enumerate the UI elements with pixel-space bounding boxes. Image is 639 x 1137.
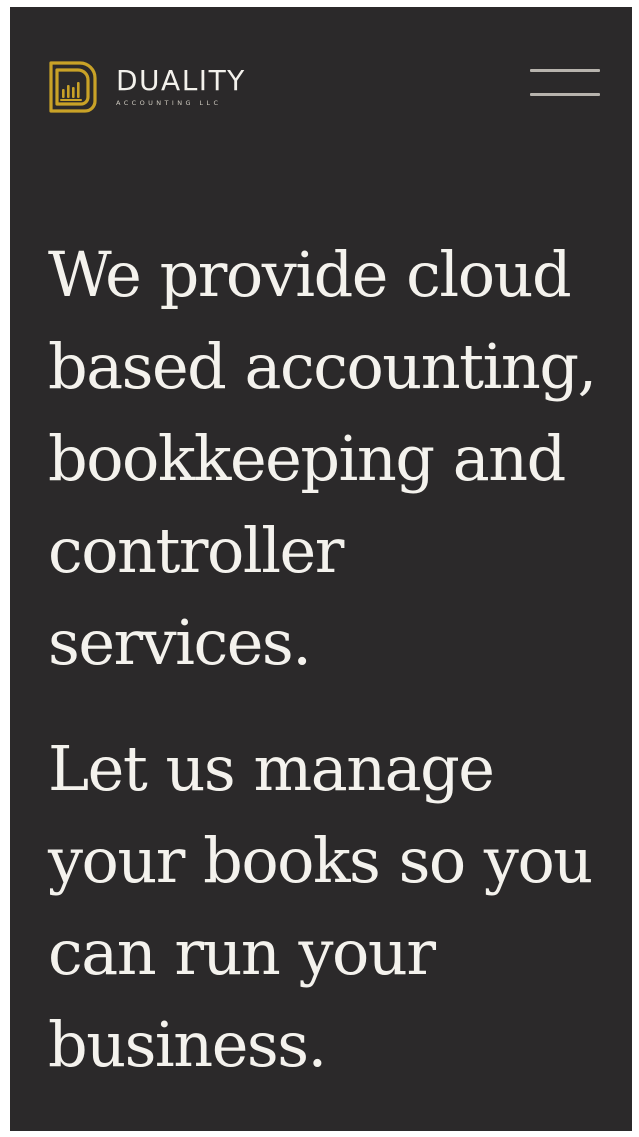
menu-bar-bottom <box>530 93 600 96</box>
hamburger-menu-icon[interactable] <box>528 65 602 105</box>
brand-subtitle: ACCOUNTING LLC <box>116 98 222 107</box>
hero-section: We provide cloud based accounting, bookk… <box>48 229 618 1091</box>
hero-tagline: Let us manage your books so you can run … <box>48 732 593 1081</box>
ledger-chart-icon <box>49 61 97 113</box>
brand-name: DUALITY <box>116 63 246 97</box>
brand-wordmark: DUALITY ACCOUNTING LLC <box>116 63 246 107</box>
hero-statement: We provide cloud based accounting, bookk… <box>48 238 597 679</box>
menu-bar-top <box>530 69 600 72</box>
site-header: DUALITY ACCOUNTING LLC <box>10 7 632 167</box>
brand-logo[interactable]: DUALITY ACCOUNTING LLC <box>46 57 246 115</box>
app-screen: DUALITY ACCOUNTING LLC We provide cloud … <box>10 7 632 1131</box>
